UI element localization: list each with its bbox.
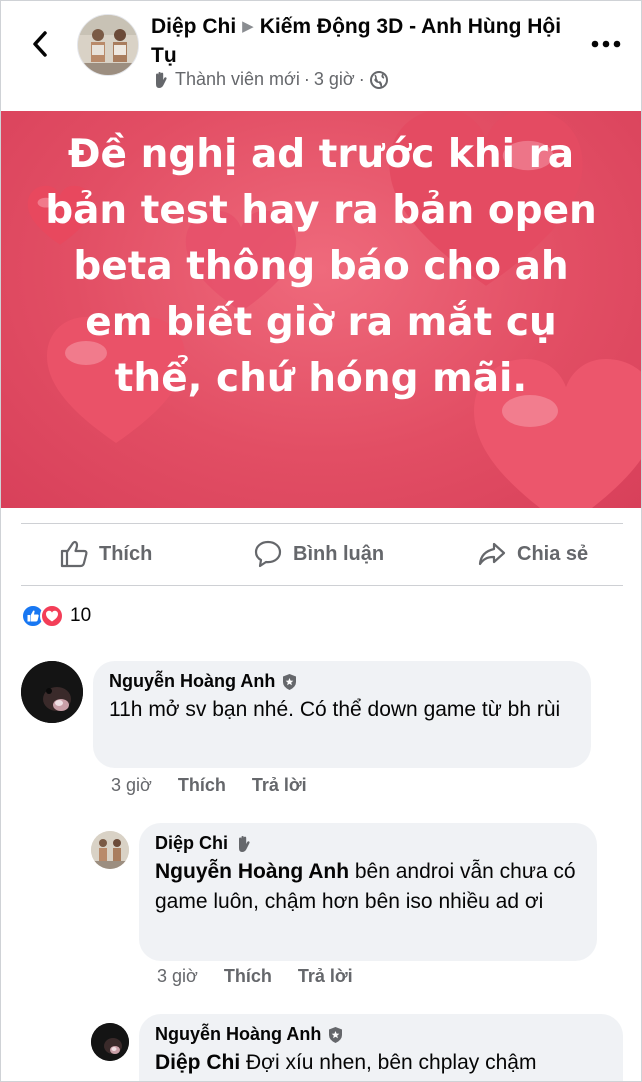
reaction-count: 10 bbox=[70, 605, 92, 626]
triangle-right-icon: ▶ bbox=[242, 18, 254, 35]
thumbs-up-icon bbox=[60, 540, 88, 568]
reply-text: Nguyễn Hoàng Anh bên androi vẫn chưa có … bbox=[155, 857, 581, 917]
reply-bubble[interactable]: Diệp Chi Nguyễn Hoàng Anh bên androi vẫn… bbox=[139, 823, 597, 961]
reply-meta: 3 giờ Thích Trả lời bbox=[157, 966, 353, 987]
post-header: Diệp Chi ▶ Kiếm Động 3D - Anh Hùng Hội Tụ … bbox=[1, 1, 641, 109]
divider bbox=[21, 523, 623, 524]
comment-like-button[interactable]: Thích bbox=[178, 775, 226, 796]
reply-bubble[interactable]: Nguyễn Hoàng Anh Diệp Chi Đợi xíu nhen, … bbox=[139, 1014, 623, 1081]
share-button[interactable]: Chia sẻ bbox=[477, 539, 588, 569]
meta-separator-2: · bbox=[358, 69, 365, 89]
reply-reply-button[interactable]: Trả lời bbox=[298, 966, 353, 987]
comment-text: 11h mở sv bạn nhé. Có thể down game từ b… bbox=[109, 698, 561, 721]
post-detail-screen: Diệp Chi ▶ Kiếm Động 3D - Anh Hùng Hội Tụ … bbox=[0, 0, 642, 1082]
post-time[interactable]: 3 giờ bbox=[314, 69, 355, 90]
reply-author-name: Nguyễn Hoàng Anh bbox=[155, 1024, 322, 1044]
post-content[interactable]: Đề nghị ad trước khi ra bản test hay ra … bbox=[1, 111, 641, 508]
post-actions: Thích Bình luận Chia sẻ bbox=[1, 531, 641, 581]
reply-mention[interactable]: Diệp Chi bbox=[155, 1051, 240, 1074]
share-icon bbox=[478, 542, 506, 566]
post-meta: Thành viên mới · 3 giờ · bbox=[151, 69, 389, 90]
post-title: Diệp Chi ▶ Kiếm Động 3D - Anh Hùng Hội Tụ bbox=[151, 13, 571, 69]
comment-label: Bình luận bbox=[293, 542, 385, 565]
reply-avatar[interactable] bbox=[91, 1023, 129, 1061]
post-text: Đề nghị ad trước khi ra bản test hay ra … bbox=[45, 132, 597, 401]
author-avatar[interactable] bbox=[77, 14, 139, 76]
waving-hand-icon bbox=[239, 835, 250, 852]
commenter-avatar[interactable] bbox=[21, 661, 83, 723]
chevron-left-icon bbox=[33, 31, 47, 57]
member-badge: Thành viên mới bbox=[175, 69, 300, 89]
like-label: Thích bbox=[99, 542, 153, 565]
globe-icon bbox=[369, 70, 388, 89]
reply-like-button[interactable]: Thích bbox=[224, 966, 272, 987]
reply-avatar[interactable] bbox=[91, 831, 129, 869]
reply-author[interactable]: Diệp Chi bbox=[155, 833, 581, 854]
comment-bubble[interactable]: Nguyễn Hoàng Anh 11h mở sv bạn nhé. Có t… bbox=[93, 661, 591, 768]
back-button[interactable] bbox=[23, 27, 57, 61]
share-label: Chia sẻ bbox=[517, 542, 589, 565]
reply-mention[interactable]: Nguyễn Hoàng Anh bbox=[155, 860, 349, 883]
comment-reply-button[interactable]: Trả lời bbox=[252, 775, 307, 796]
comment-meta: 3 giờ Thích Trả lời bbox=[111, 775, 307, 796]
comment-icon bbox=[254, 540, 282, 568]
comment-author[interactable]: Nguyễn Hoàng Anh bbox=[109, 671, 575, 692]
reply-time: 3 giờ bbox=[157, 966, 198, 986]
waving-hand-icon bbox=[156, 71, 167, 88]
like-button[interactable]: Thích bbox=[59, 539, 152, 569]
reply-body: Đợi xíu nhen, bên chplay chậm bbox=[240, 1051, 537, 1074]
more-icon bbox=[591, 40, 621, 48]
shield-badge-icon bbox=[329, 1026, 343, 1043]
comment-button[interactable]: Bình luận bbox=[253, 539, 384, 569]
author-name[interactable]: Diệp Chi bbox=[151, 15, 236, 38]
more-options-button[interactable] bbox=[586, 31, 626, 57]
reaction-summary[interactable]: 10 bbox=[21, 604, 91, 628]
love-reaction-icon bbox=[40, 604, 64, 628]
reply-text: Diệp Chi Đợi xíu nhen, bên chplay chậm bbox=[155, 1048, 607, 1078]
reply-author[interactable]: Nguyễn Hoàng Anh bbox=[155, 1024, 607, 1045]
shield-badge-icon bbox=[283, 673, 297, 690]
comment-time: 3 giờ bbox=[111, 775, 152, 795]
reply-author-name: Diệp Chi bbox=[155, 833, 229, 853]
meta-separator: · bbox=[303, 69, 310, 89]
comment-author-name: Nguyễn Hoàng Anh bbox=[109, 671, 276, 691]
divider bbox=[21, 585, 623, 586]
